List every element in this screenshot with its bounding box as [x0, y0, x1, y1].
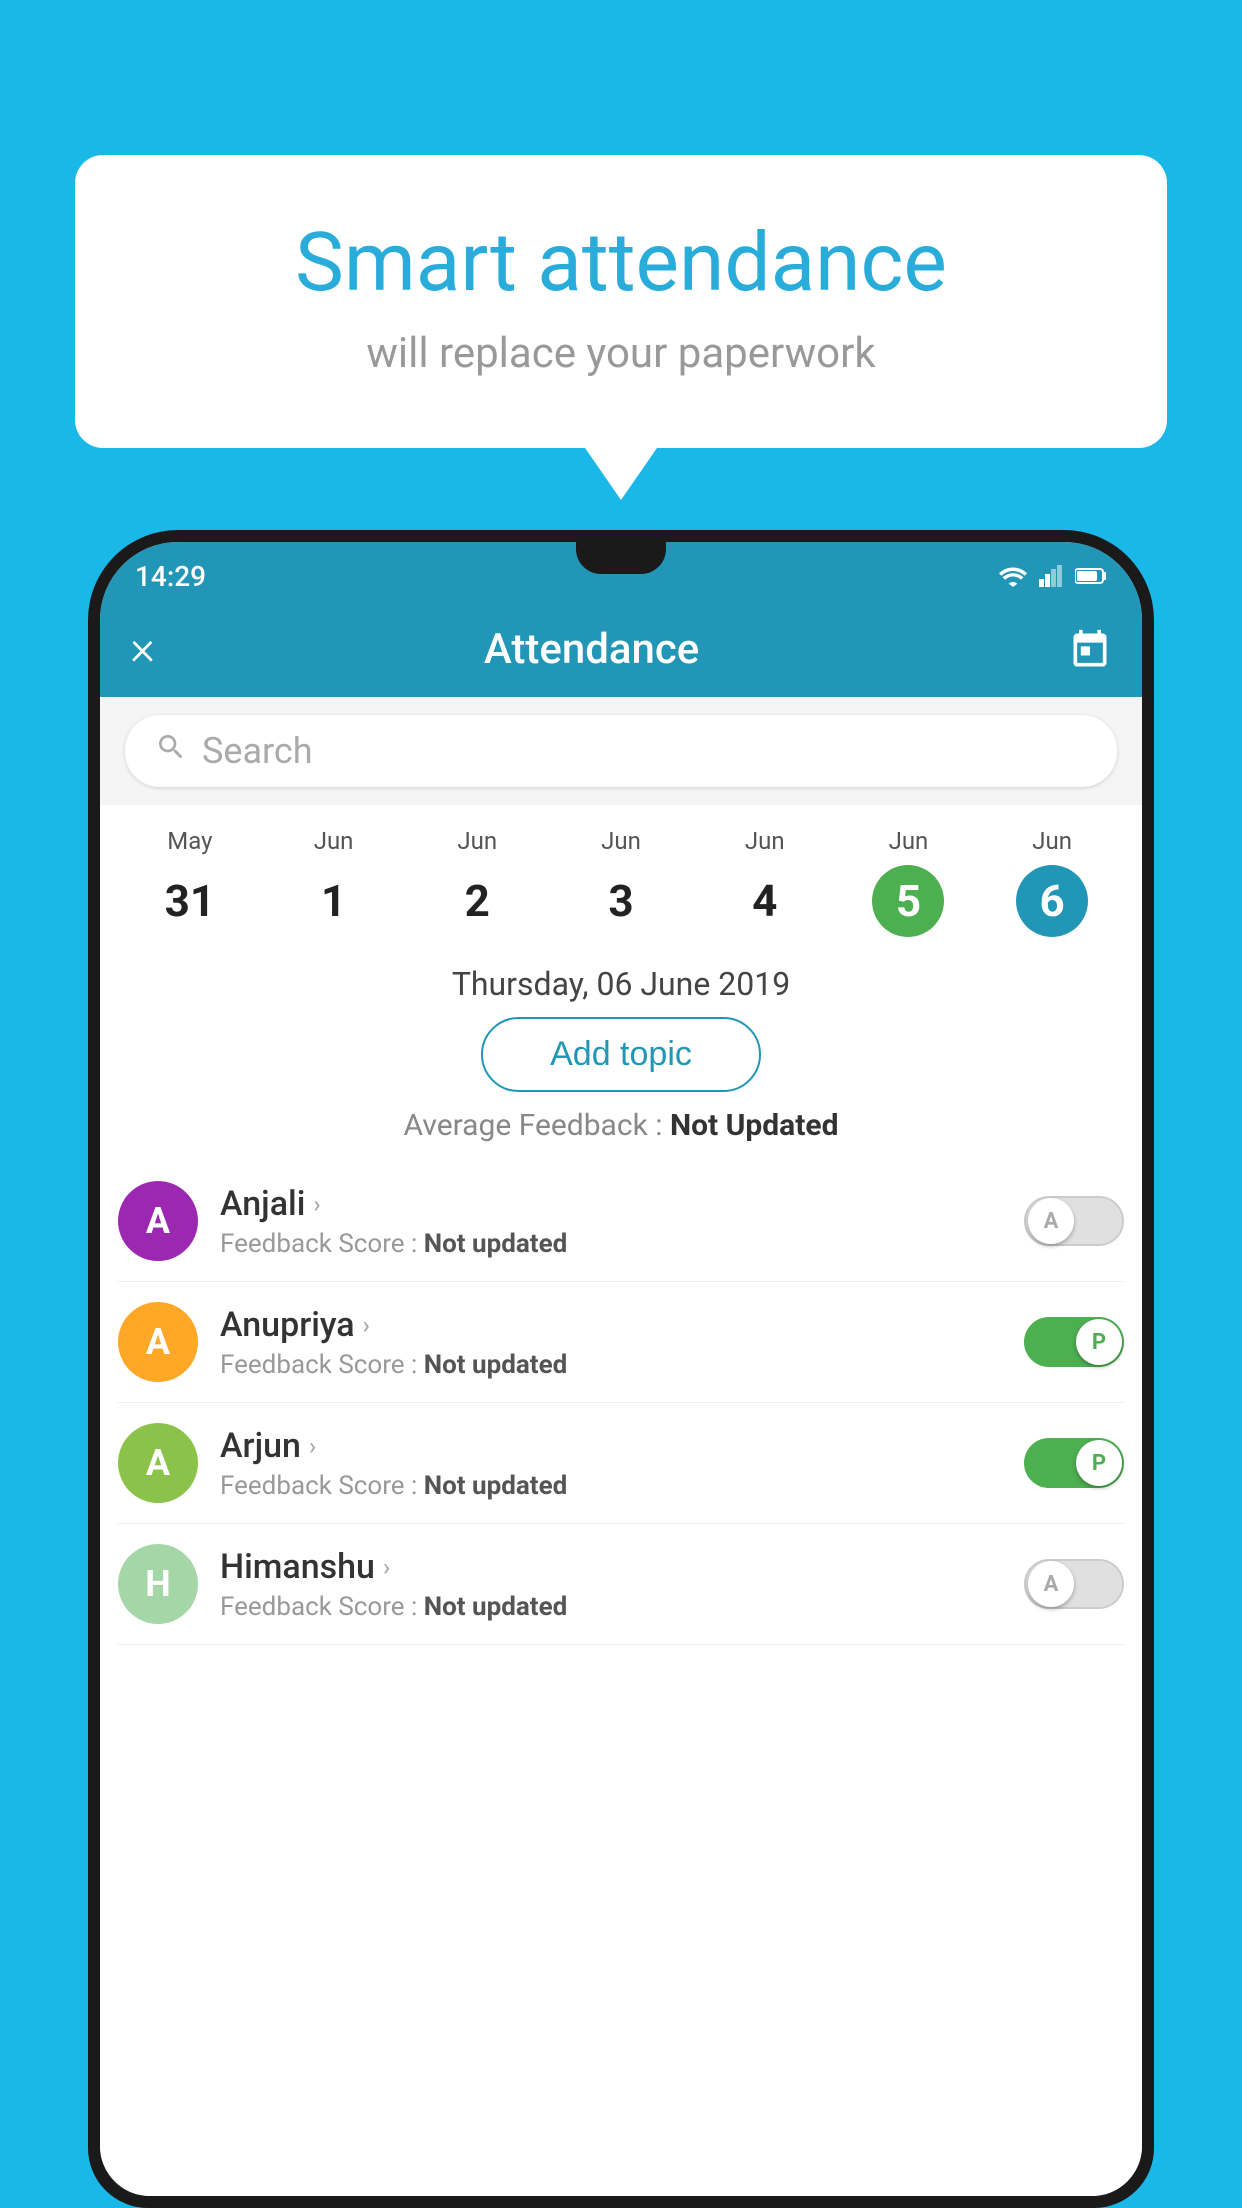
student-info: Himanshu › Feedback Score : Not updated	[220, 1547, 1002, 1622]
chevron-icon: ›	[383, 1553, 390, 1581]
calendar-strip: May 31 Jun 1 Jun 2 Jun 3 Jun 4 Jun 5 Jun 6	[100, 805, 1142, 947]
student-avatar: A	[118, 1181, 198, 1261]
student-item-2[interactable]: A Arjun › Feedback Score : Not updated P	[118, 1403, 1124, 1524]
student-item-1[interactable]: A Anupriya › Feedback Score : Not updated P	[118, 1282, 1124, 1403]
speech-bubble: Smart attendance will replace your paper…	[75, 155, 1167, 448]
cal-date-number: 5	[872, 865, 944, 937]
student-feedback: Feedback Score : Not updated	[220, 1229, 1002, 1259]
app-content: Search May 31 Jun 1 Jun 2 Jun 3 Jun 4 Jun 5 Jun 6 Thu…	[100, 697, 1142, 2196]
cal-month-label: Jun	[405, 827, 549, 855]
cal-month-label: Jun	[549, 827, 693, 855]
feedback-value: Not updated	[424, 1592, 568, 1622]
toggle-knob: A	[1028, 1198, 1074, 1244]
student-feedback: Feedback Score : Not updated	[220, 1350, 1002, 1380]
calendar-icon[interactable]	[1068, 628, 1112, 672]
calendar-day-4[interactable]: Jun 4	[693, 827, 837, 937]
calendar-day-1[interactable]: Jun 1	[262, 827, 406, 937]
toggle-wrap[interactable]: A	[1024, 1559, 1124, 1609]
student-info: Arjun › Feedback Score : Not updated	[220, 1426, 1002, 1501]
avg-feedback-value: Not Updated	[670, 1108, 839, 1143]
toggle-wrap[interactable]: A	[1024, 1196, 1124, 1246]
battery-icon	[1075, 567, 1107, 585]
cal-month-label: May	[118, 827, 262, 855]
student-name: Anjali ›	[220, 1184, 1002, 1224]
app-bar-title: Attendance	[180, 625, 1003, 674]
student-name: Himanshu ›	[220, 1547, 1002, 1587]
calendar-day-2[interactable]: Jun 2	[405, 827, 549, 937]
cal-date-number: 4	[729, 865, 801, 937]
calendar-day-3[interactable]: Jun 3	[549, 827, 693, 937]
search-input-label: Search	[202, 730, 313, 772]
avg-feedback-label: Average Feedback :	[404, 1108, 670, 1143]
app-bar: × Attendance	[100, 602, 1142, 697]
cal-month-label: Jun	[693, 827, 837, 855]
feedback-value: Not updated	[424, 1471, 568, 1501]
cal-date-number: 31	[154, 865, 226, 937]
chevron-icon: ›	[313, 1190, 320, 1218]
student-name: Arjun ›	[220, 1426, 1002, 1466]
toggle-knob: P	[1076, 1319, 1122, 1365]
cal-date-number: 3	[585, 865, 657, 937]
calendar-day-5[interactable]: Jun 5	[837, 827, 981, 937]
attendance-toggle[interactable]: P	[1024, 1317, 1124, 1367]
cal-date-number: 6	[1016, 865, 1088, 937]
attendance-toggle[interactable]: A	[1024, 1196, 1124, 1246]
student-item-0[interactable]: A Anjali › Feedback Score : Not updated A	[118, 1161, 1124, 1282]
status-icons	[999, 565, 1107, 587]
add-topic-button[interactable]: Add topic	[481, 1017, 761, 1092]
toggle-wrap[interactable]: P	[1024, 1438, 1124, 1488]
student-list: AAnjali ›Feedback Score : Not updatedAAA…	[100, 1161, 1142, 1645]
search-bar[interactable]: Search	[125, 715, 1117, 787]
date-heading: Thursday, 06 June 2019	[100, 947, 1142, 1017]
student-avatar: A	[118, 1423, 198, 1503]
search-container: Search	[100, 697, 1142, 805]
student-avatar: H	[118, 1544, 198, 1624]
average-feedback: Average Feedback : Not Updated	[100, 1108, 1142, 1143]
cal-month-label: Jun	[262, 827, 406, 855]
calendar-day-6[interactable]: Jun 6	[980, 827, 1124, 937]
cal-date-number: 1	[298, 865, 370, 937]
attendance-toggle[interactable]: P	[1024, 1438, 1124, 1488]
student-feedback: Feedback Score : Not updated	[220, 1592, 1002, 1622]
status-time: 14:29	[135, 560, 206, 593]
student-name: Anupriya ›	[220, 1305, 1002, 1345]
phone-inner: 14:29	[100, 542, 1142, 2196]
feedback-value: Not updated	[424, 1229, 568, 1259]
notch	[576, 542, 666, 574]
bubble-title: Smart attendance	[155, 215, 1087, 311]
student-info: Anupriya › Feedback Score : Not updated	[220, 1305, 1002, 1380]
chevron-icon: ›	[363, 1311, 370, 1339]
close-button[interactable]: ×	[130, 624, 155, 672]
attendance-toggle[interactable]: A	[1024, 1559, 1124, 1609]
search-icon	[155, 731, 187, 772]
student-feedback: Feedback Score : Not updated	[220, 1471, 1002, 1501]
toggle-knob: P	[1076, 1440, 1122, 1486]
student-info: Anjali › Feedback Score : Not updated	[220, 1184, 1002, 1259]
calendar-day-0[interactable]: May 31	[118, 827, 262, 937]
chevron-icon: ›	[309, 1432, 316, 1460]
student-item-3[interactable]: H Himanshu › Feedback Score : Not updated A	[118, 1524, 1124, 1645]
speech-bubble-container: Smart attendance will replace your paper…	[75, 155, 1167, 448]
cal-date-number: 2	[441, 865, 513, 937]
wifi-icon	[999, 565, 1027, 587]
student-avatar: A	[118, 1302, 198, 1382]
phone-frame: 14:29	[88, 530, 1154, 2208]
toggle-knob: A	[1028, 1561, 1074, 1607]
bubble-subtitle: will replace your paperwork	[155, 329, 1087, 378]
cal-month-label: Jun	[837, 827, 981, 855]
feedback-value: Not updated	[424, 1350, 568, 1380]
signal-icon	[1039, 565, 1063, 587]
toggle-wrap[interactable]: P	[1024, 1317, 1124, 1367]
cal-month-label: Jun	[980, 827, 1124, 855]
